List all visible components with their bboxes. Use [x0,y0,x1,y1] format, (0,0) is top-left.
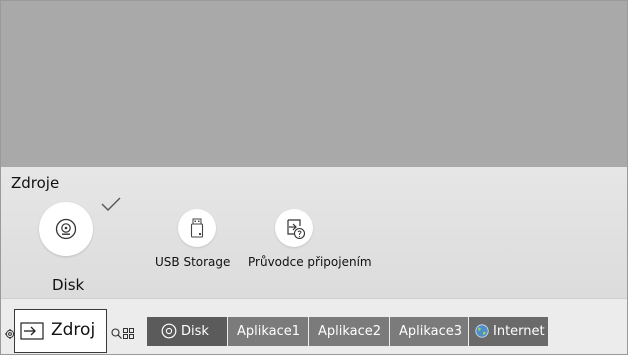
tab-aplikace1-label: Aplikace1 [237,324,301,339]
input-source-icon [20,322,44,340]
sources-panel [1,167,627,298]
disc-icon [161,323,177,339]
connection-guide-icon [284,218,306,240]
apps-grid-icon[interactable] [123,324,134,343]
tab-aplikace1[interactable]: Aplikace1 [228,317,308,346]
source-usb-tile[interactable] [178,209,216,247]
check-icon [101,196,121,216]
tab-aplikace3[interactable]: Aplikace3 [390,317,468,346]
source-guide-label: Průvodce připojením [248,255,372,269]
tab-internet-label: Internet [493,324,545,339]
search-icon[interactable] [111,324,122,343]
disc-icon [55,218,77,240]
tab-aplikace2[interactable]: Aplikace2 [309,317,389,346]
usb-drive-icon [190,218,204,238]
source-usb-label: USB Storage [155,255,231,269]
tv-screen: Zdroje Disk USB Storage Průvodce připoje… [0,0,628,355]
tab-aplikace2-label: Aplikace2 [318,324,382,339]
tab-aplikace3-label: Aplikace3 [399,324,463,339]
tab-disk[interactable]: Disk [147,317,227,346]
source-disk-label: Disk [52,276,85,294]
preview-area [1,1,627,167]
source-guide-tile[interactable] [275,209,313,247]
tab-disk-label: Disk [181,324,209,339]
panel-title: Zdroje [11,174,60,192]
globe-icon [475,324,489,338]
source-button-label: Zdroj [51,320,96,340]
source-disk-tile[interactable] [39,202,93,256]
tab-internet[interactable]: Internet [469,317,548,346]
source-button[interactable]: Zdroj [14,309,107,353]
